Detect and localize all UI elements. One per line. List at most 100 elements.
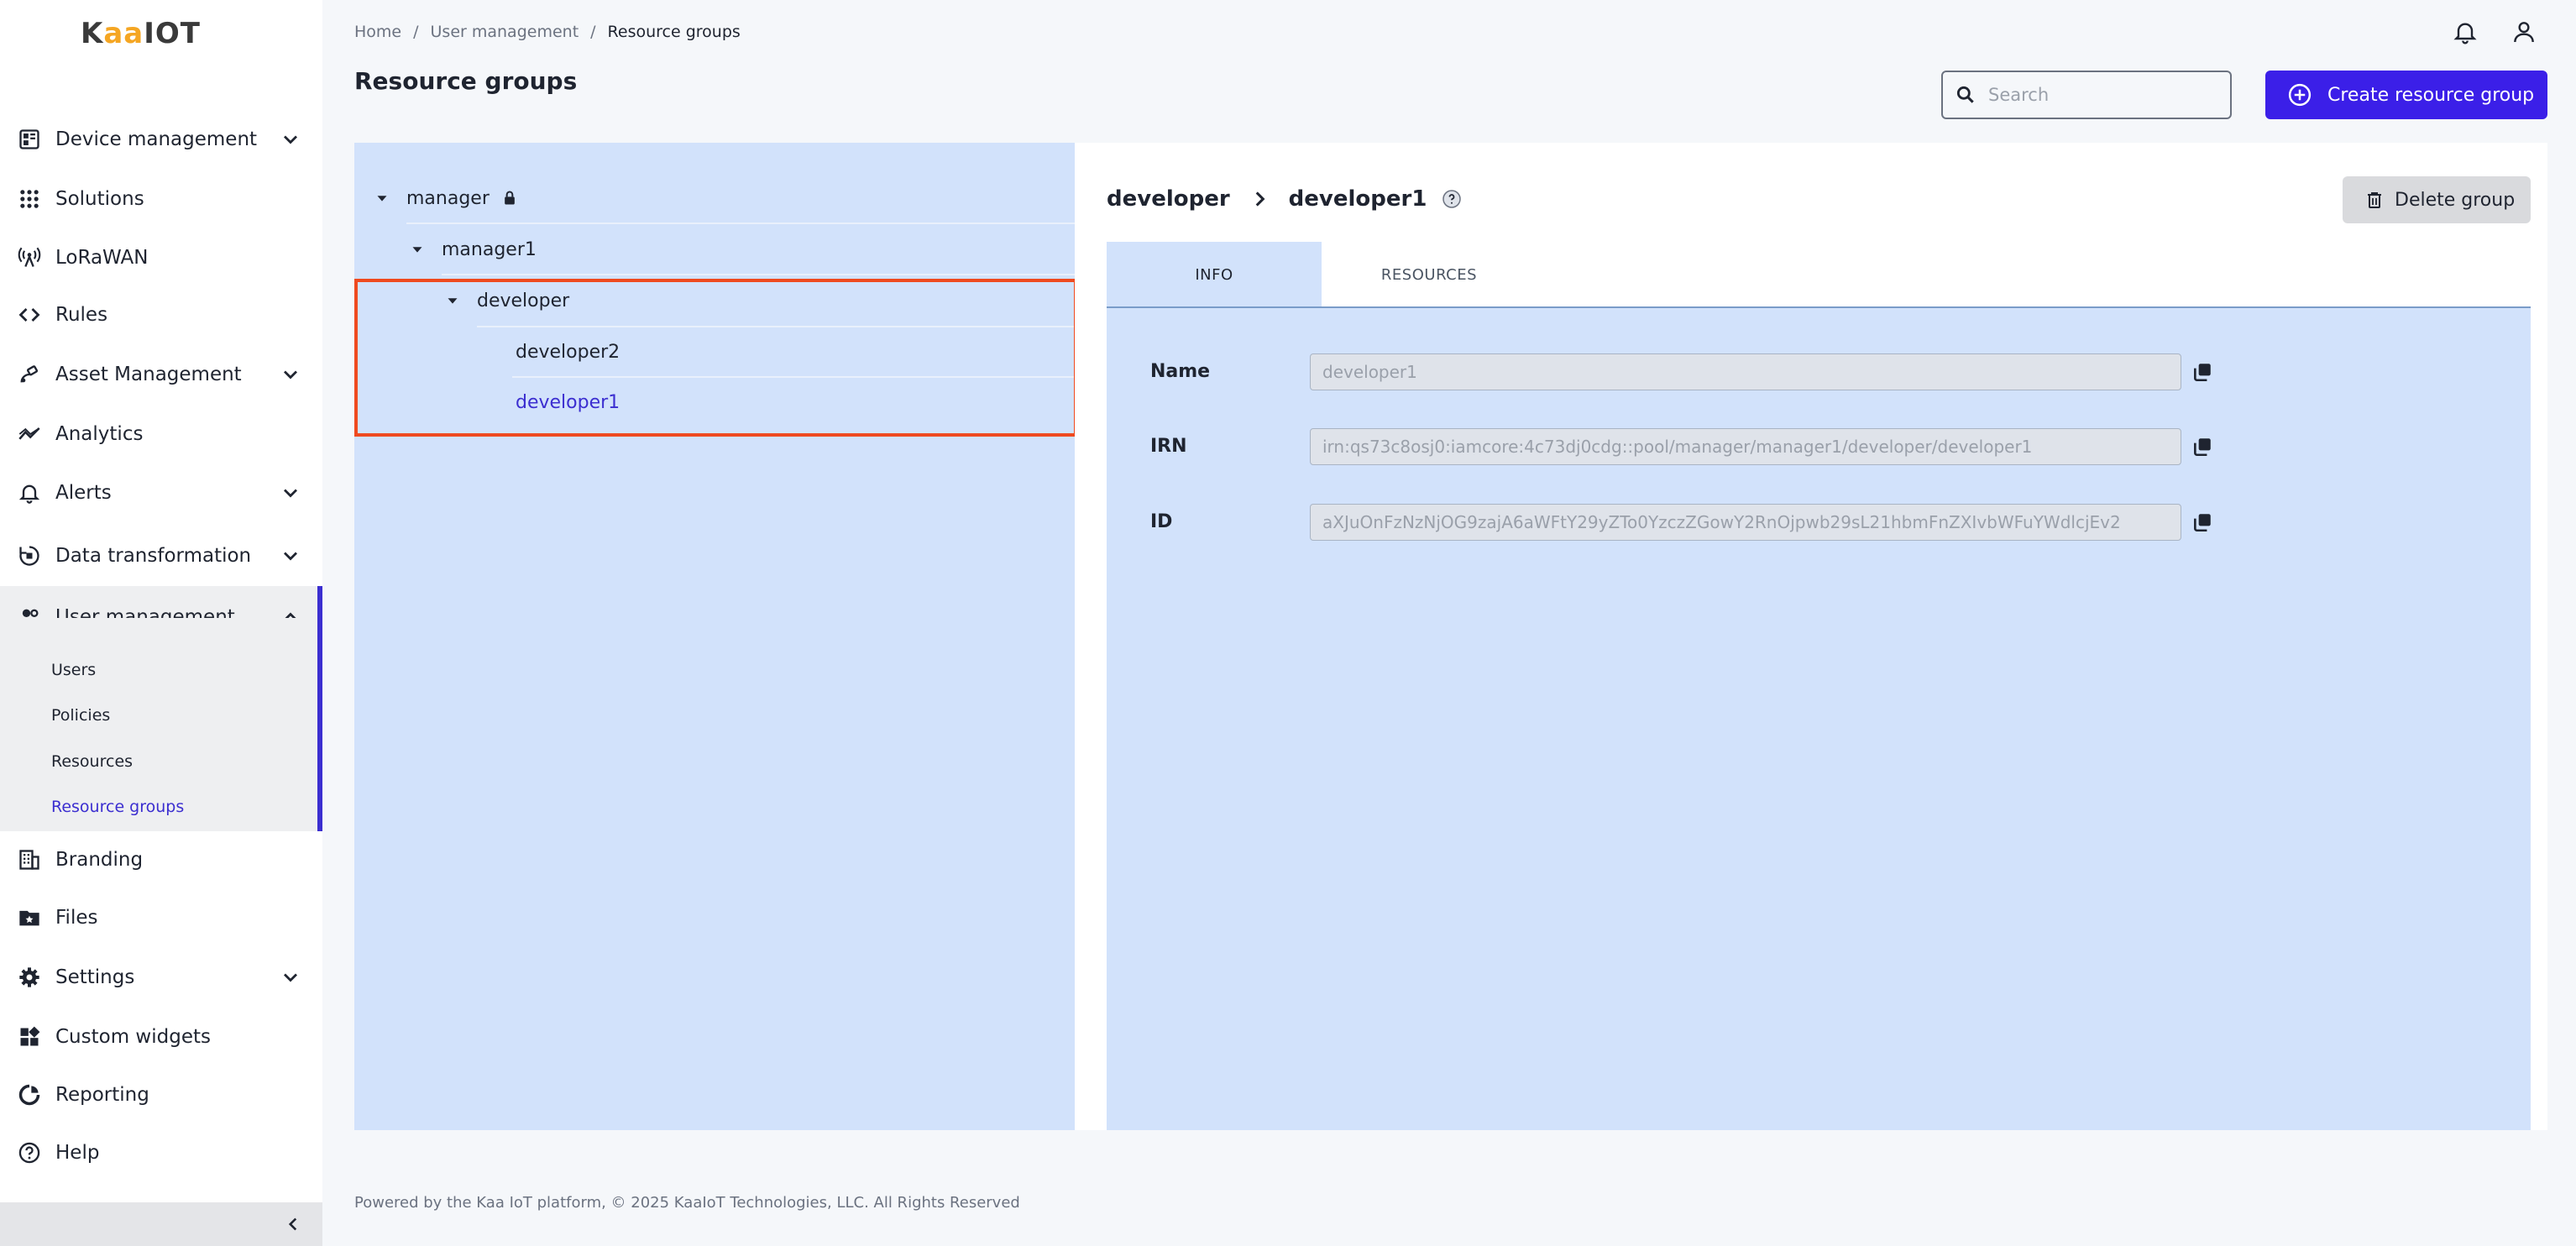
sidebar-item-rules[interactable]: Rules [0,290,322,340]
sidebar-item-lorawan[interactable]: LoRaWAN [0,233,322,283]
delete-group-button[interactable]: Delete group [2343,176,2531,223]
chevron-down-icon [284,489,297,498]
sidebar-item-data-transformation[interactable]: Data transformation [0,531,322,581]
help-icon [17,1140,42,1165]
tree-node-developer[interactable]: developer [443,275,569,326]
create-resource-group-button[interactable]: Create resource group [2265,71,2547,119]
sidebar-item-custom-widgets[interactable]: Custom widgets [0,1012,322,1062]
sidebar-item-asset-management[interactable]: Asset Management [0,349,322,400]
page-title: Resource groups [354,67,578,95]
bell-icon [17,480,42,505]
tree-node-manager1[interactable]: manager1 [408,224,537,275]
breadcrumb-current: Resource groups [607,23,741,41]
sidebar-subitem-resource-groups[interactable]: Resource groups [51,798,184,816]
sidebar-item-label: Reporting [55,1084,149,1106]
notifications-button[interactable] [2448,15,2482,49]
caret-down-icon[interactable] [408,240,427,259]
sidebar-item-label: Rules [55,304,108,326]
name-field[interactable] [1310,353,2181,390]
tree-node-label: manager [406,187,490,209]
sidebar-item-settings[interactable]: Settings [0,952,322,1003]
sidebar-item-help[interactable]: Help [0,1128,322,1178]
sidebar: KaaIOT Device management Solutions LoRaW… [0,0,322,1246]
delete-group-label: Delete group [2395,189,2516,211]
detail-parent-group[interactable]: developer [1107,186,1230,212]
footer-copyright: Powered by the Kaa IoT platform, © 2025 … [354,1194,1020,1212]
chevron-down-icon [284,552,297,561]
create-resource-group-label: Create resource group [2327,84,2535,106]
bell-icon [2453,23,2477,44]
caret-down-icon[interactable] [443,291,462,310]
analytics-icon [17,421,42,447]
tab-resources[interactable]: RESOURCES [1322,242,1537,307]
user-management-submenu: Users Policies Resources Resource groups [0,618,322,831]
sidebar-collapse-button[interactable] [0,1202,322,1246]
chevron-down-icon [284,135,297,144]
detail-tabs: INFO RESOURCES [1107,242,2531,307]
sidebar-item-label: Custom widgets [55,1026,211,1048]
copy-id-icon[interactable] [2191,511,2213,533]
tree-node-developer1[interactable]: developer1 [516,377,620,427]
sidebar-item-label: Device management [55,128,258,150]
id-label: ID [1150,511,1173,532]
add-circle-icon [2288,83,2312,107]
sidebar-subitem-policies[interactable]: Policies [51,706,110,725]
tree-node-label: manager1 [442,238,537,260]
logo-aa: aa [103,17,144,50]
lock-icon [505,191,515,205]
tree-node-developer2[interactable]: developer2 [516,327,620,377]
search-icon [1956,86,1974,103]
logo-iot: IOT [144,17,201,50]
tree-node-manager[interactable]: manager [373,173,518,223]
satellite-icon [17,362,42,387]
building-icon [17,847,42,872]
sidebar-item-label: Alerts [55,482,112,504]
profile-button[interactable] [2507,15,2541,49]
tab-info[interactable]: INFO [1107,242,1322,307]
help-icon[interactable] [1442,189,1462,209]
irn-field[interactable] [1310,428,2181,465]
logo-k: K [81,17,104,50]
sidebar-item-branding[interactable]: Branding [0,835,322,885]
sidebar-item-label: Solutions [55,188,144,210]
chevron-right-icon [1255,191,1265,207]
sidebar-item-label: Data transformation [55,545,252,567]
sidebar-item-device-management[interactable]: Device management [0,114,322,165]
sidebar-subitem-users[interactable]: Users [51,661,96,679]
folder-star-icon [17,905,42,930]
copy-name-icon[interactable] [2191,361,2213,383]
copy-irn-icon[interactable] [2191,436,2213,458]
sidebar-item-label: Files [55,907,98,929]
chevron-down-icon [284,370,297,380]
antenna-icon [17,245,42,270]
transform-icon [17,543,42,568]
search-input[interactable] [1988,85,2223,105]
caret-down-icon[interactable] [373,189,391,207]
sidebar-item-analytics[interactable]: Analytics [0,409,322,459]
sidebar-item-solutions[interactable]: Solutions [0,174,322,224]
irn-label: IRN [1150,436,1187,457]
chevron-down-icon [284,973,297,982]
sidebar-item-label: Settings [55,966,135,988]
id-field[interactable] [1310,504,2181,541]
breadcrumb: Home / User management / Resource groups [354,23,741,41]
tree-node-label: developer1 [516,391,620,413]
tree-node-label: developer [477,290,570,312]
active-indicator [317,586,322,831]
search-field[interactable] [1941,71,2232,119]
sidebar-item-reporting[interactable]: Reporting [0,1070,322,1120]
sidebar-item-files[interactable]: Files [0,893,322,943]
kaaiot-logo[interactable]: KaaIOT [81,17,245,50]
sidebar-subitem-resources[interactable]: Resources [51,752,133,771]
detail-current-group: developer1 [1288,186,1427,212]
grid-icon [17,186,42,212]
user-icon [2514,22,2534,43]
breadcrumb-separator: / [413,23,419,41]
breadcrumb-home[interactable]: Home [354,23,401,41]
sidebar-item-label: Help [55,1142,100,1164]
sidebar-item-alerts[interactable]: Alerts [0,468,322,518]
breadcrumb-user-management[interactable]: User management [431,23,579,41]
trash-icon [2368,192,2381,208]
widgets-icon [17,1024,42,1050]
sidebar-item-label: Analytics [55,423,144,445]
